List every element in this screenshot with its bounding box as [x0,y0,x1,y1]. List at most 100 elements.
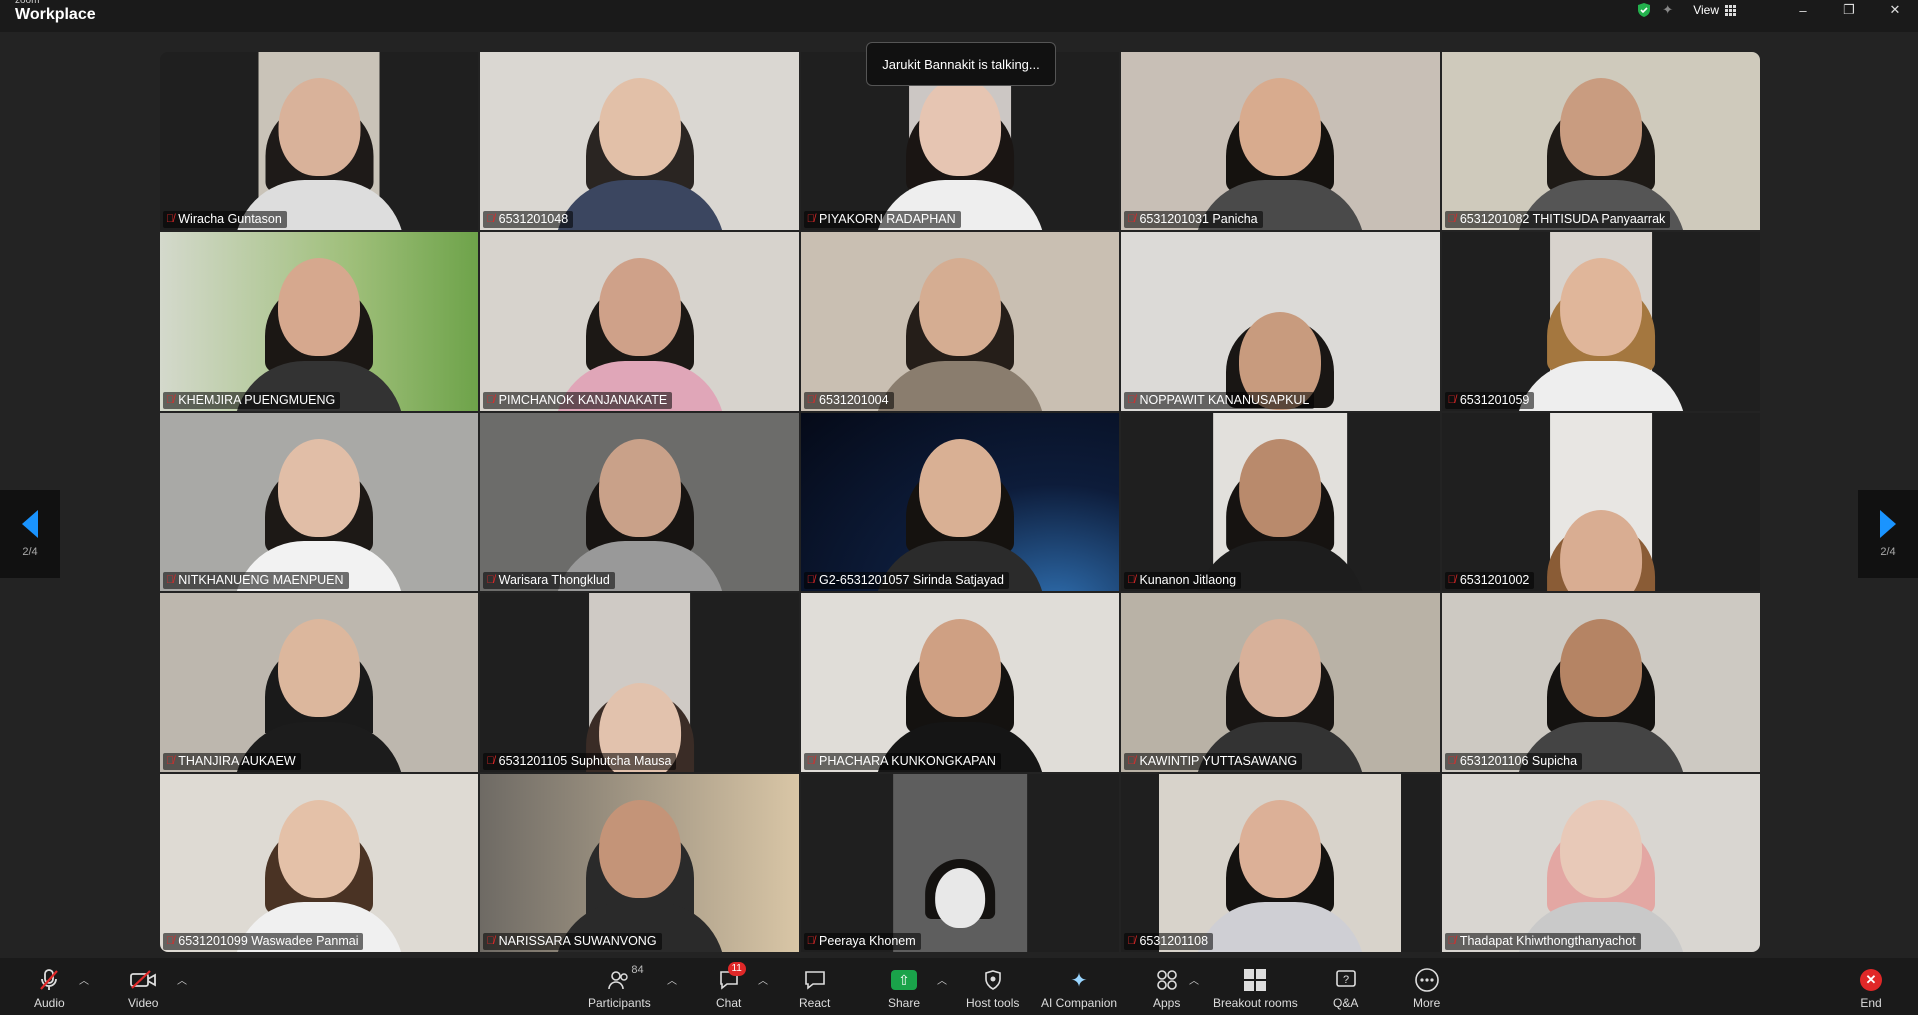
breakout-rooms-button[interactable]: Breakout rooms [1213,968,1298,1010]
chat-options-chevron-icon[interactable]: ︿ [758,972,768,987]
audio-label: Audio [34,996,65,1010]
video-feed [480,232,799,411]
chat-button[interactable]: 11 Chat [716,962,746,1010]
name-label: 🎙̸ NARISSARA SUWANVONG [483,932,662,950]
close-window-button[interactable]: ✕ [1872,2,1918,18]
participants-button[interactable]: 84 Participants [588,964,651,1010]
video-feed [800,412,1120,592]
qa-button[interactable]: ? Q&A [1333,968,1358,1010]
end-label: End [1860,996,1882,1010]
video-feed [160,232,479,411]
muted-mic-icon: 🎙̸ [1447,574,1456,587]
participant-tile[interactable]: 🎙̸ 6531201059 [1441,232,1760,411]
ai-companion-label: AI Companion [1041,996,1118,1010]
react-button[interactable]: React [799,968,830,1010]
video-feed [800,232,1120,411]
name-label: 🎙̸ KAWINTIP YUTTASAWANG [1124,752,1303,770]
share-button[interactable]: ⇧ Share [888,968,920,1010]
name-label: 🎙̸ Thadapat Khiwthongthanyachot [1444,932,1641,950]
previous-page-button[interactable]: 2/4 [0,490,60,578]
participant-tile[interactable]: 🎙̸ Peeraya Khonem [800,773,1120,952]
participant-tile[interactable]: 🎙̸ Kunanon Jitlaong [1121,412,1440,592]
video-button[interactable]: Video [128,968,158,1010]
more-label: More [1413,996,1441,1010]
participant-tile[interactable]: 🎙̸ PHACHARA KUNKONGKAPAN [800,593,1120,772]
participant-tile[interactable]: 🎙̸ 6531201048 [480,52,799,231]
muted-mic-icon: 🎙̸ [486,934,495,947]
participant-tile[interactable]: 🎙̸ Warisara Thongklud [480,412,799,592]
muted-mic-icon: 🎙̸ [166,754,175,767]
muted-mic-icon: 🎙̸ [1447,934,1456,947]
participant-tile[interactable]: 🎙̸ 6531201105 Suphutcha Mausa [480,593,799,772]
participant-tile[interactable]: 🎙̸ THANJIRA AUKAEW [160,593,479,772]
participant-tile[interactable]: 🎙̸ 6531201106 Supicha [1441,593,1760,772]
participant-tile[interactable]: 🎙̸ 6531201099 Waswadee Panmai [160,773,479,952]
more-button[interactable]: More [1413,968,1440,1010]
next-page-button[interactable]: 2/4 [1858,490,1918,578]
muted-mic-icon: 🎙̸ [1447,754,1456,767]
participants-options-chevron-icon[interactable]: ︿ [667,972,677,987]
participant-tile[interactable]: 🎙̸ NARISSARA SUWANVONG [480,773,799,952]
encryption-shield-icon[interactable] [1636,2,1652,18]
name-label: 🎙̸ PIMCHANOK KANJANAKATE [483,391,673,409]
name-label: 🎙̸ 6531201105 Suphutcha Mausa [483,752,677,770]
name-label: 🎙̸ 6531201002 [1444,572,1535,590]
participant-tile[interactable]: 🎙̸ Wiracha Guntason [160,52,479,231]
view-label: View [1693,3,1719,17]
react-heart-icon [802,968,828,992]
muted-mic-icon: 🎙̸ [166,213,175,226]
participant-tile[interactable]: 🎙̸ KHEMJIRA PUENGMUENG [160,232,479,411]
share-options-chevron-icon[interactable]: ︿ [937,972,947,987]
name-label: 🎙̸ 6531201099 Waswadee Panmai [163,932,364,950]
video-feed [480,773,799,952]
muted-mic-icon: 🎙̸ [1127,754,1136,767]
participants-icon: 84 [607,964,644,992]
muted-mic-icon: 🎙̸ [806,393,816,406]
participant-tile[interactable]: 🎙̸ PIMCHANOK KANJANAKATE [480,232,799,411]
participant-tile[interactable]: 🎙̸ KAWINTIP YUTTASAWANG [1121,593,1440,772]
name-label: 🎙̸ THANJIRA AUKAEW [163,752,301,770]
muted-mic-icon: 🎙̸ [1447,213,1456,226]
muted-mic-icon: 🎙̸ [1127,213,1136,226]
name-label: 🎙̸ Wiracha Guntason [163,211,287,229]
name-label: 🎙̸ 6531201004 [803,391,894,409]
end-meeting-button[interactable]: ✕ End [1860,968,1882,1010]
participant-tile[interactable]: 🎙̸ Thadapat Khiwthongthanyachot [1441,773,1760,952]
video-feed [480,412,799,592]
restore-button[interactable]: ❐ [1826,2,1872,18]
video-options-chevron-icon[interactable]: ︿ [177,972,187,987]
minimize-button[interactable]: – [1780,3,1826,18]
video-feed [234,52,405,231]
audio-options-chevron-icon[interactable]: ︿ [79,972,89,987]
muted-mic-icon: 🎙̸ [806,754,816,767]
participant-tile[interactable]: 🎙̸ 6531201004 [800,232,1120,411]
muted-mic-icon: 🎙̸ [166,934,175,947]
muted-mic-icon: 🎙̸ [1447,393,1456,406]
breakout-rooms-label: Breakout rooms [1213,996,1298,1010]
host-tools-button[interactable]: Host tools [966,968,1019,1010]
muted-microphone-icon [39,968,59,992]
chat-unread-badge: 11 [727,962,746,976]
apps-options-chevron-icon[interactable]: ︿ [1189,972,1199,987]
participant-tile[interactable]: 🎙̸ 6531201108 [1121,773,1440,952]
participant-tile[interactable]: 🎙̸ 6531201031 Panicha [1121,52,1440,231]
participant-tile[interactable]: 🎙̸ NITKHANUENG MAENPUEN [160,412,479,592]
page-indicator-left: 2/4 [22,546,38,558]
ai-sparkle-icon[interactable]: ✦ [1662,2,1673,18]
muted-mic-icon: 🎙̸ [1127,934,1136,947]
name-label: 🎙̸ 6531201048 [483,211,574,229]
participant-tile[interactable]: 🎙̸ G2-6531201057 Sirinda Satjayad [800,412,1120,592]
apps-button[interactable]: Apps [1153,968,1180,1010]
name-label: 🎙̸ Kunanon Jitlaong [1124,572,1242,590]
view-button[interactable]: View [1693,3,1736,17]
ai-companion-button[interactable]: ✦ AI Companion [1041,968,1118,1011]
name-label: 🎙̸ G2-6531201057 Sirinda Satjayad [803,572,1009,590]
muted-mic-icon: 🎙̸ [486,393,495,406]
muted-mic-icon: 🎙̸ [486,754,495,767]
participant-tile[interactable]: 🎙̸ NOPPAWIT KANANUSAPKUL [1121,232,1440,411]
audio-button[interactable]: Audio [34,968,65,1010]
participant-tile[interactable]: 🎙̸ 6531201002 [1441,412,1760,592]
name-label: 🎙̸ Warisara Thongklud [483,572,615,590]
participant-tile[interactable]: 🎙̸ 6531201082 THITISUDA Panyaarrak [1441,52,1760,231]
share-label: Share [888,996,921,1010]
